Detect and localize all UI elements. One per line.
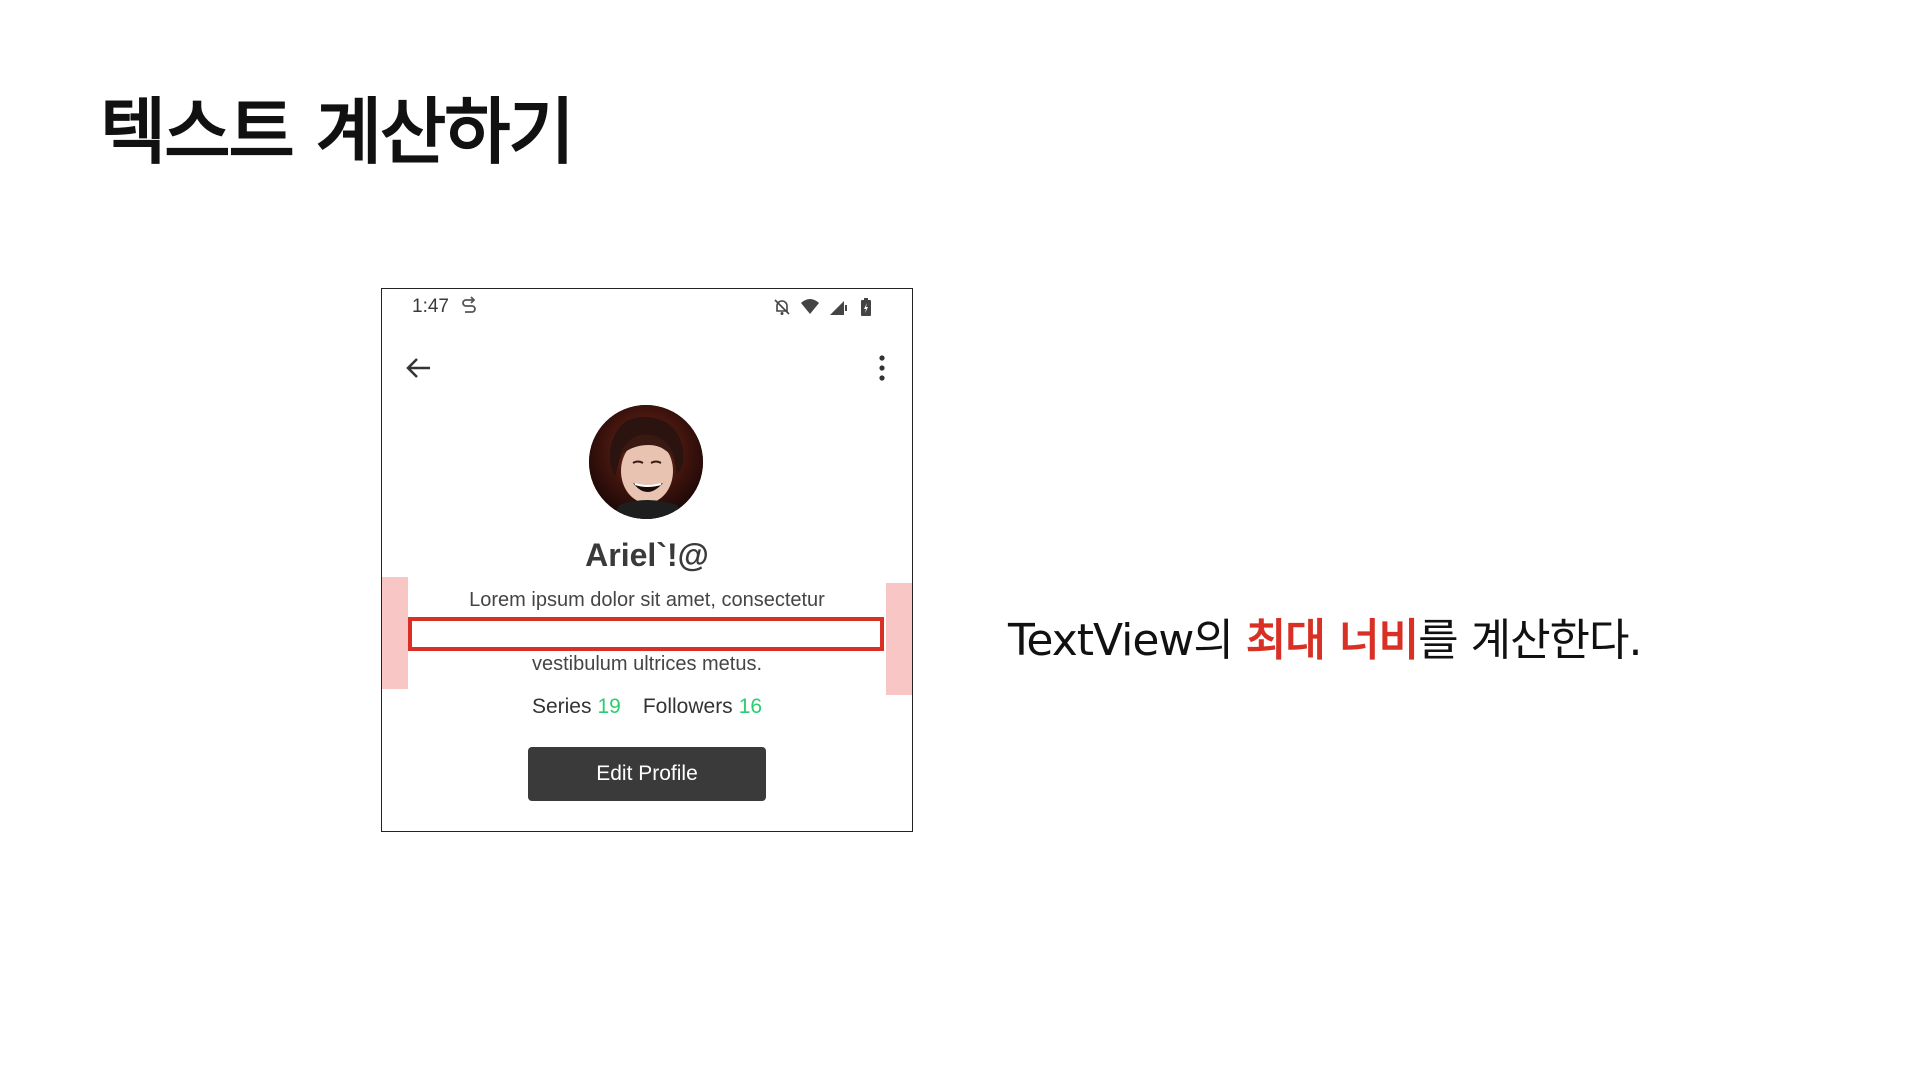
caption-suffix: 를 계산한다.: [1418, 615, 1642, 666]
app-bar: [382, 339, 912, 395]
max-width-highlight-box: [408, 617, 884, 651]
followers-label: Followers: [642, 695, 733, 718]
back-arrow-icon[interactable]: [402, 351, 436, 385]
status-bar: 1:47: [382, 289, 912, 325]
slide-title: 텍스트 계산하기: [100, 90, 575, 174]
profile-stats: Series 19 Followers 16: [382, 695, 912, 719]
followers-count: 16: [738, 695, 763, 718]
notifications-off-icon: [772, 297, 792, 317]
wifi-icon: [800, 297, 820, 317]
caption-emphasis: 최대 너비: [1245, 615, 1419, 666]
status-time: 1:47: [412, 296, 449, 317]
phone-screenshot: 1:47 Ariel`!@ Lorem ipsum dolor sit amet…: [381, 288, 913, 832]
signal-icon: [828, 297, 848, 317]
status-icons: [772, 297, 876, 317]
caption-prefix: TextView의: [1008, 615, 1246, 666]
profile-name: Ariel`!@: [585, 537, 709, 573]
edit-profile-button[interactable]: Edit Profile: [528, 747, 766, 801]
series-label: Series: [531, 695, 592, 718]
battery-charging-icon: [856, 297, 876, 317]
series-count: 19: [597, 695, 621, 718]
caption: TextView의 최대 너비를 계산한다.: [1008, 604, 1643, 668]
bio-line-1: Lorem ipsum dolor sit amet, consectetur: [469, 589, 825, 611]
sync-icon: [462, 296, 476, 313]
more-vert-icon[interactable]: [870, 351, 894, 385]
avatar: [589, 405, 703, 519]
bio-line-3: vestibulum ultrices metus.: [531, 653, 763, 675]
